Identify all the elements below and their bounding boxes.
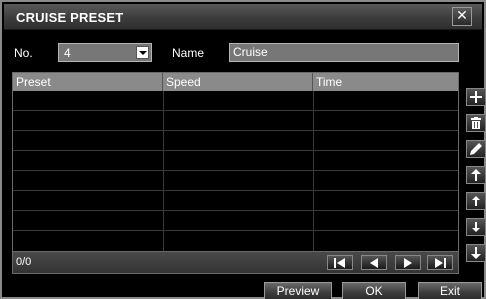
first-page-icon	[334, 258, 345, 268]
move-top-icon	[471, 169, 481, 181]
chevron-down-icon[interactable]	[136, 46, 149, 59]
name-input[interactable]: Cruise	[229, 43, 459, 62]
table-row[interactable]	[13, 91, 458, 111]
ok-button[interactable]: OK	[342, 282, 406, 299]
exit-button[interactable]: Exit	[418, 282, 482, 299]
move-down-button[interactable]	[466, 218, 486, 236]
dialog-title: CRUISE PRESET	[16, 10, 124, 25]
table-row[interactable]	[13, 111, 458, 131]
move-bottom-button[interactable]	[466, 244, 486, 262]
table-row[interactable]	[13, 151, 458, 171]
delete-button[interactable]	[466, 114, 486, 132]
last-page-button[interactable]	[427, 255, 453, 270]
move-top-button[interactable]	[466, 166, 486, 184]
move-down-icon	[472, 222, 480, 232]
column-header-preset[interactable]: Preset	[13, 73, 163, 91]
move-up-icon	[472, 196, 480, 206]
preview-button[interactable]: Preview	[264, 282, 332, 299]
table-row[interactable]	[13, 231, 458, 251]
prev-page-button[interactable]	[361, 255, 387, 270]
table-row[interactable]	[13, 211, 458, 231]
title-bar: CRUISE PRESET ✕	[4, 4, 482, 30]
column-header-speed[interactable]: Speed	[163, 73, 313, 91]
page-count: 0/0	[16, 256, 32, 268]
next-page-icon	[404, 258, 412, 268]
cruise-preset-dialog: CRUISE PRESET ✕ No. 4 Name Cruise Preset…	[0, 0, 486, 299]
delete-icon	[471, 117, 481, 129]
table-header: Preset Speed Time	[13, 73, 458, 91]
table-row[interactable]	[13, 131, 458, 151]
move-bottom-icon	[471, 247, 481, 259]
close-button[interactable]: ✕	[452, 7, 472, 26]
edit-icon	[470, 143, 482, 155]
no-label: No.	[14, 46, 33, 60]
no-select[interactable]: 4	[58, 43, 152, 62]
name-label: Name	[172, 46, 205, 60]
prev-page-icon	[370, 258, 378, 268]
table-row[interactable]	[13, 171, 458, 191]
table-row[interactable]	[13, 191, 458, 211]
move-up-button[interactable]	[466, 192, 486, 210]
table-footer: 0/0	[12, 252, 459, 274]
first-page-button[interactable]	[327, 255, 353, 270]
preset-table: Preset Speed Time	[12, 72, 459, 252]
last-page-icon	[435, 258, 446, 268]
add-icon	[470, 91, 482, 103]
no-select-value: 4	[64, 46, 71, 60]
column-header-time[interactable]: Time	[313, 73, 458, 91]
next-page-button[interactable]	[395, 255, 421, 270]
close-icon: ✕	[456, 8, 468, 24]
edit-button[interactable]	[466, 140, 486, 158]
add-button[interactable]	[466, 88, 486, 106]
